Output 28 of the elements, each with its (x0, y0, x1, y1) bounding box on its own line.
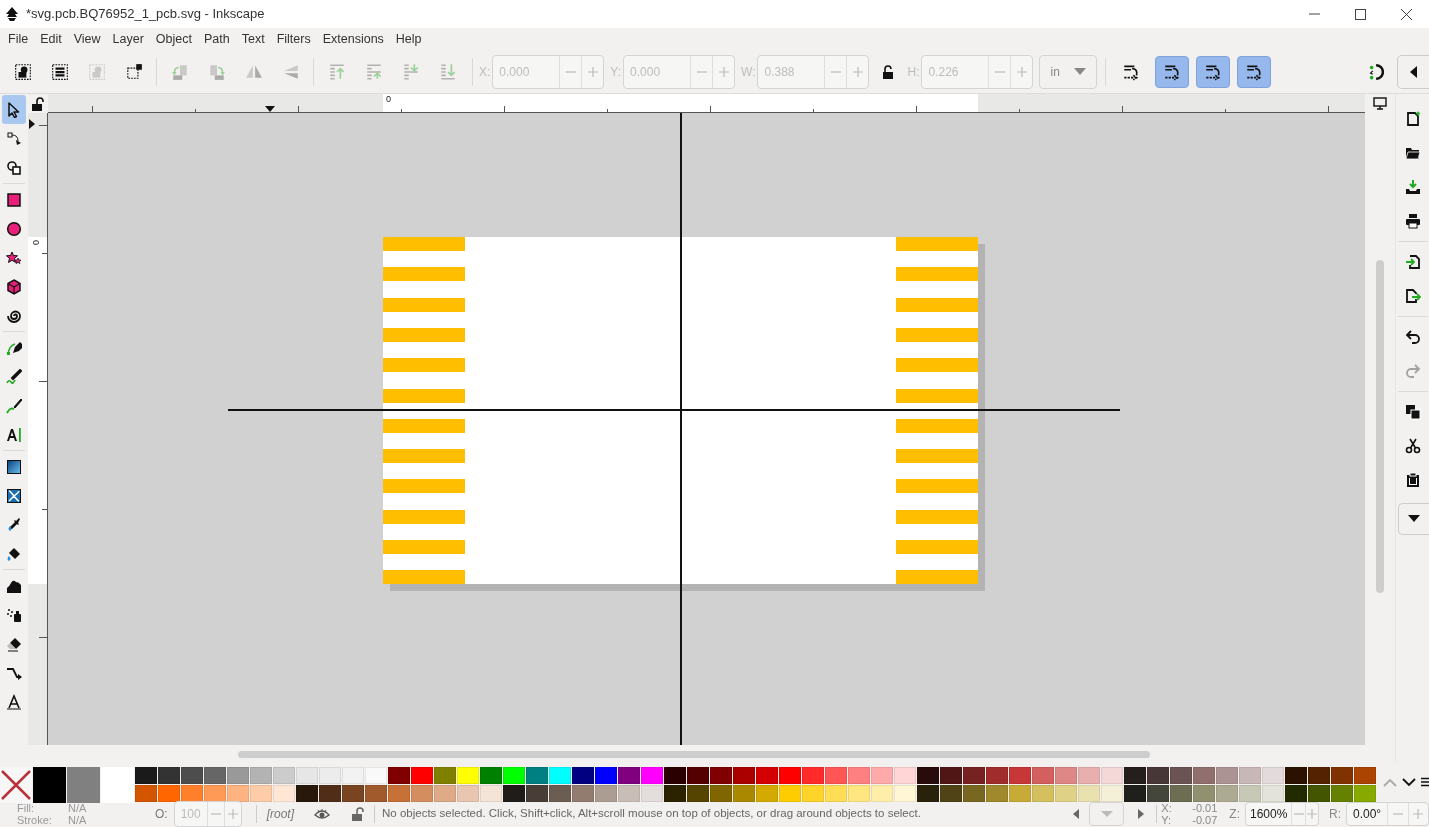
menu-item[interactable]: Object (149, 29, 198, 49)
menu-item[interactable]: File (2, 29, 35, 49)
menu-item[interactable]: Filters (270, 29, 317, 49)
layer-name: [root] (266, 806, 295, 823)
menu-item[interactable]: Path (198, 29, 236, 49)
coordinate-value: -0.01 (1191, 802, 1218, 814)
coordinate-value: -0.07 (1191, 814, 1218, 826)
style-label: Stroke: (17, 814, 53, 826)
menu-item[interactable]: Edit (34, 29, 68, 49)
zoom-field[interactable]: 1600% (1245, 802, 1319, 826)
field-label: O: (155, 806, 168, 823)
rotation-field[interactable]: 0.00° (1346, 802, 1429, 826)
menu-item[interactable]: Extensions (316, 29, 390, 49)
ruler-label: 0 (386, 95, 391, 104)
ruler-label: 0 (32, 240, 41, 245)
status-message: No objects selected. Click, Shift+click, Alt+scroll mouse on top of objects, or drag around objects to select. (382, 806, 921, 822)
field-label: R: (1329, 806, 1341, 823)
field-label: Z: (1229, 806, 1240, 823)
coordinate-label: X: (1161, 802, 1173, 814)
style-label: Fill: (17, 802, 36, 814)
window-title: *svg.pcb.BQ76952_1_pcb.svg - Inkscape (26, 5, 265, 24)
menu-item[interactable]: Help (389, 29, 428, 49)
menu-item[interactable]: Layer (106, 29, 150, 49)
style-value: N/A (68, 802, 88, 814)
menu-item[interactable]: Text (235, 29, 271, 49)
coordinate-label: Y: (1161, 814, 1173, 826)
menu-item[interactable]: View (67, 29, 107, 49)
style-value: N/A (68, 814, 88, 826)
